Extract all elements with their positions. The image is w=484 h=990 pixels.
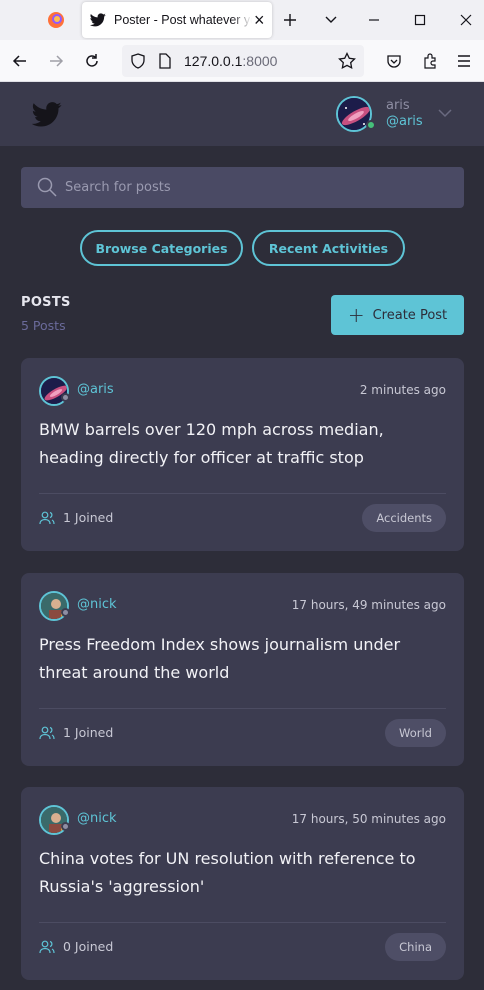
browser-tab-bar: Poster - Post whatever you want ×	[0, 0, 484, 40]
search-icon	[37, 177, 57, 197]
url-text[interactable]: 127.0.0.1:8000	[184, 53, 277, 69]
page-icon[interactable]	[158, 53, 172, 69]
user-handle[interactable]: @aris	[386, 114, 423, 129]
url-bar[interactable]: 127.0.0.1:8000	[122, 45, 364, 77]
list-tabs-chevron-icon[interactable]	[317, 8, 345, 32]
maximize-icon[interactable]	[406, 8, 434, 32]
create-post-button[interactable]: + Create Post	[331, 295, 464, 335]
tab-close-icon[interactable]: ×	[254, 10, 265, 31]
pocket-icon[interactable]	[382, 49, 406, 73]
category-tag[interactable]: World	[385, 719, 446, 747]
post-author-handle[interactable]: @nick	[77, 811, 117, 826]
minimize-icon[interactable]	[360, 8, 388, 32]
joined-count: 0 Joined	[39, 939, 113, 954]
chevron-down-icon[interactable]	[436, 104, 454, 122]
online-status-dot	[366, 120, 376, 130]
shield-icon[interactable]	[130, 53, 146, 69]
browse-categories-button[interactable]: Browse Categories	[80, 230, 243, 266]
back-arrow-icon[interactable]	[8, 49, 32, 73]
users-icon	[39, 940, 55, 953]
card-divider	[39, 493, 446, 494]
twitter-tab-icon	[90, 13, 106, 27]
user-name[interactable]: aris	[386, 98, 410, 113]
reload-icon[interactable]	[80, 49, 104, 73]
post-author-handle[interactable]: @aris	[77, 382, 114, 397]
category-tag[interactable]: Accidents	[362, 504, 446, 532]
post-card[interactable]: @nick 17 hours, 50 minutes ago China vot…	[21, 787, 464, 980]
recent-activities-button[interactable]: Recent Activities	[252, 230, 405, 266]
posts-heading: POSTS	[21, 295, 71, 310]
author-status-dot	[61, 822, 70, 831]
post-timestamp: 2 minutes ago	[359, 383, 446, 397]
author-status-dot	[61, 608, 70, 617]
posts-count: 5 Posts	[21, 318, 66, 333]
menu-hamburger-icon[interactable]	[452, 49, 476, 73]
browser-toolbar: 127.0.0.1:8000	[0, 40, 484, 82]
extensions-icon[interactable]	[418, 49, 442, 73]
post-title[interactable]: Press Freedom Index shows journalism und…	[39, 631, 449, 687]
category-tag[interactable]: China	[385, 933, 446, 961]
post-author-handle[interactable]: @nick	[77, 597, 117, 612]
author-status-dot	[61, 393, 70, 402]
post-title[interactable]: BMW barrels over 120 mph across median, …	[39, 416, 449, 472]
close-window-icon[interactable]	[452, 8, 480, 32]
post-timestamp: 17 hours, 49 minutes ago	[291, 598, 446, 612]
joined-count: 1 Joined	[39, 725, 113, 740]
post-title[interactable]: China votes for UN resolution with refer…	[39, 845, 449, 901]
search-bar[interactable]	[21, 167, 464, 208]
search-input[interactable]	[65, 167, 455, 208]
create-post-label: Create Post	[372, 307, 448, 323]
post-card[interactable]: @aris 2 minutes ago BMW barrels over 120…	[21, 358, 464, 551]
new-tab-button[interactable]	[276, 8, 304, 32]
forward-arrow-icon[interactable]	[44, 49, 68, 73]
post-timestamp: 17 hours, 50 minutes ago	[291, 812, 446, 826]
card-divider	[39, 708, 446, 709]
users-icon	[39, 511, 55, 524]
joined-count: 1 Joined	[39, 510, 113, 525]
tab-title: Poster - Post whatever you want	[114, 13, 252, 27]
card-divider	[39, 922, 446, 923]
app-header: aris @aris	[0, 82, 484, 146]
active-tab[interactable]: Poster - Post whatever you want ×	[82, 2, 272, 38]
post-card[interactable]: @nick 17 hours, 49 minutes ago Press Fre…	[21, 573, 464, 766]
firefox-icon[interactable]	[38, 6, 74, 34]
bookmark-star-icon[interactable]	[338, 52, 356, 70]
plus-icon: +	[347, 303, 365, 327]
users-icon	[39, 726, 55, 739]
twitter-logo-icon[interactable]	[32, 102, 62, 127]
